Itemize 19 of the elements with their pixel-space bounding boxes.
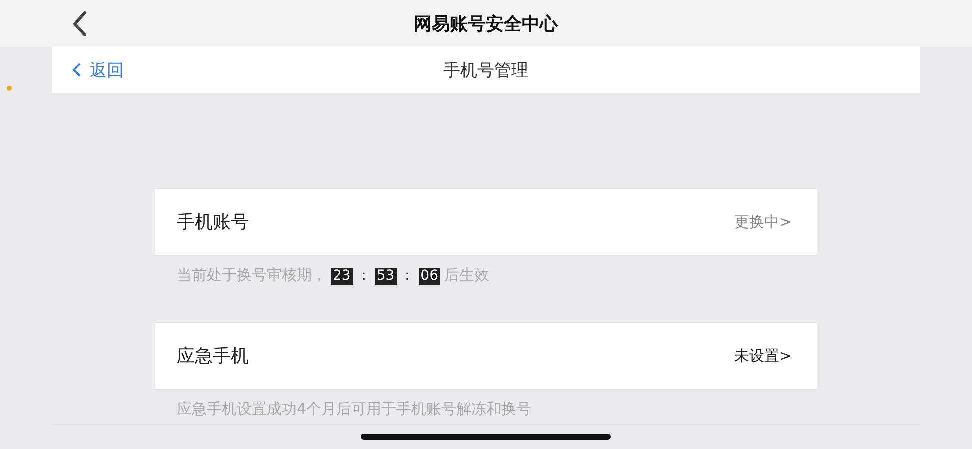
chevron-icon	[72, 62, 82, 78]
countdown-digits: 06	[418, 268, 440, 285]
settings-row[interactable]: 手机账号 更换中>	[155, 188, 817, 256]
indicator-dot	[7, 86, 12, 91]
countdown-separator: ：	[356, 267, 371, 285]
countdown-digits: 53	[374, 268, 397, 285]
section-title: 手机号管理	[444, 60, 528, 82]
row-label: 手机账号	[177, 211, 249, 234]
hint-text: 后生效	[444, 266, 490, 285]
page-title: 网易账号安全中心	[414, 12, 558, 36]
row-status[interactable]: 未设置>	[734, 346, 792, 366]
countdown-digits: 23	[331, 268, 353, 285]
countdown-separator: ：	[400, 267, 415, 285]
row-status[interactable]: 更换中>	[734, 212, 792, 232]
hint-text: 应急手机设置成功4个月后可用于手机账号解冻和换号	[177, 400, 532, 419]
hint-text: 当前处于换号审核期，	[177, 266, 327, 285]
settings-row[interactable]: 应急手机 未设置>	[155, 322, 817, 390]
row-label: 应急手机	[177, 345, 249, 368]
back-link[interactable]: 返回	[72, 58, 124, 82]
